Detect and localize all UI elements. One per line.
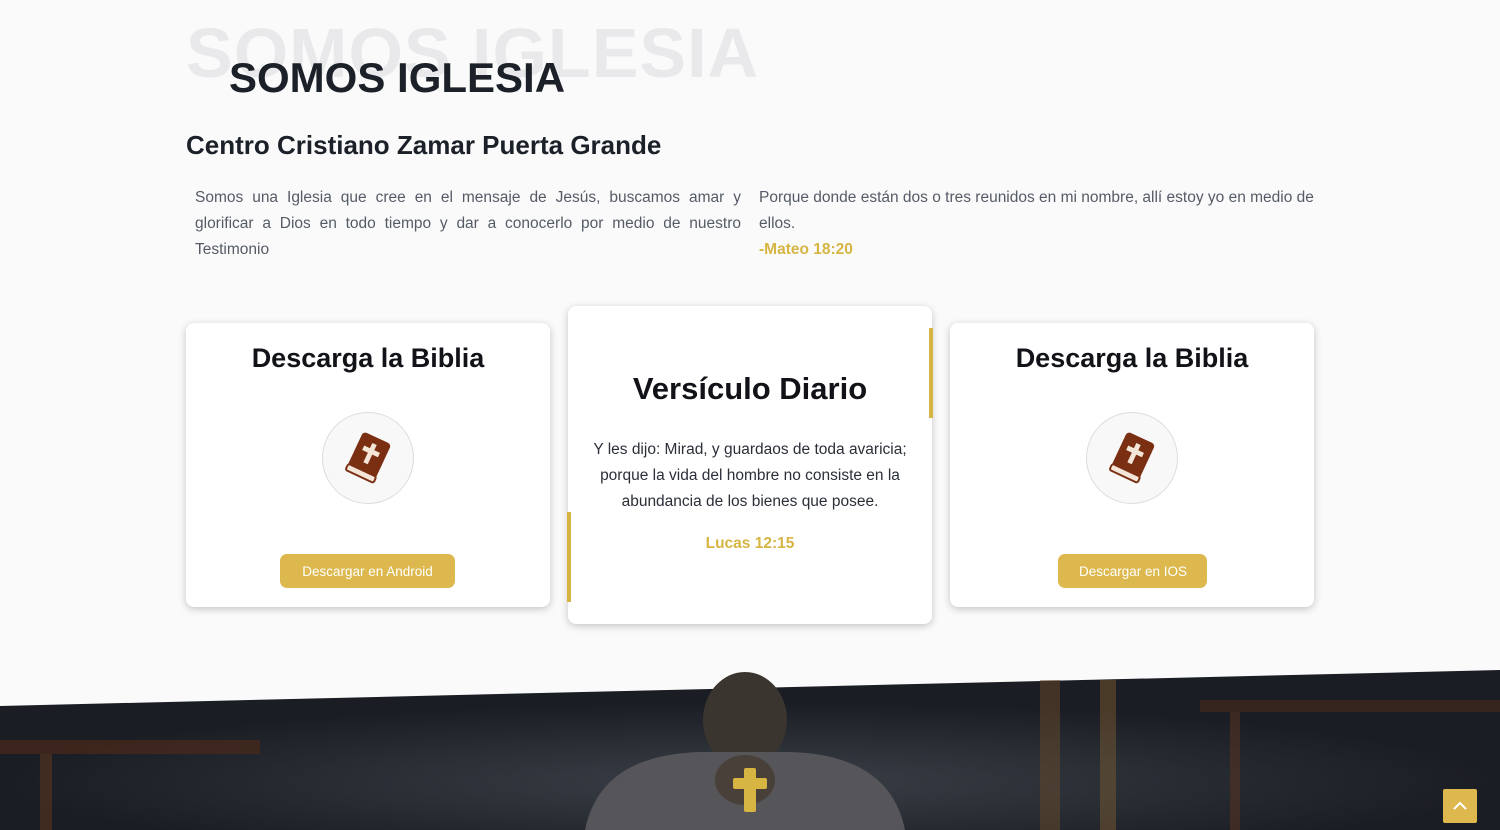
ios-bible-card: Descarga la Biblia Descargar en IOS [950, 323, 1314, 607]
church-name-heading: Centro Cristiano Zamar Puerta Grande [186, 130, 662, 160]
android-card-title: Descarga la Biblia [251, 343, 485, 373]
bible-icon [345, 432, 391, 484]
download-ios-button[interactable]: Descargar en IOS [1058, 554, 1207, 588]
daily-verse-reference: Lucas 12:15 [705, 535, 795, 552]
church-intro-text: Somos una Iglesia que cree en el mensaje… [195, 189, 741, 258]
chevron-up-icon [1453, 801, 1467, 810]
daily-verse-title: Versículo Diario [632, 371, 868, 406]
bible-icon [1109, 432, 1155, 484]
section-title: SOMOS IGLESIA [229, 54, 566, 101]
praying-background-image [0, 670, 1500, 830]
ios-bible-icon-wrapper [1086, 412, 1178, 504]
ios-card-title: Descarga la Biblia [1015, 343, 1249, 373]
daily-verse-card: Versículo Diario Y les dijo: Mirad, y gu… [567, 306, 933, 624]
download-android-button[interactable]: Descargar en Android [280, 554, 455, 588]
scroll-to-top-button[interactable] [1443, 789, 1477, 823]
featured-verse-text: Porque donde están dos o tres reunidos e… [759, 189, 1314, 232]
praying-background-section [0, 660, 1500, 830]
daily-verse-text: Y les dijo: Mirad, y guardaos de toda av… [593, 441, 907, 510]
card-accent-bar-bottom [567, 512, 571, 602]
featured-verse-reference: -Mateo 18:20 [759, 241, 853, 258]
android-bible-icon-wrapper [322, 412, 414, 504]
android-bible-card: Descarga la Biblia Descargar en Android [186, 323, 550, 607]
